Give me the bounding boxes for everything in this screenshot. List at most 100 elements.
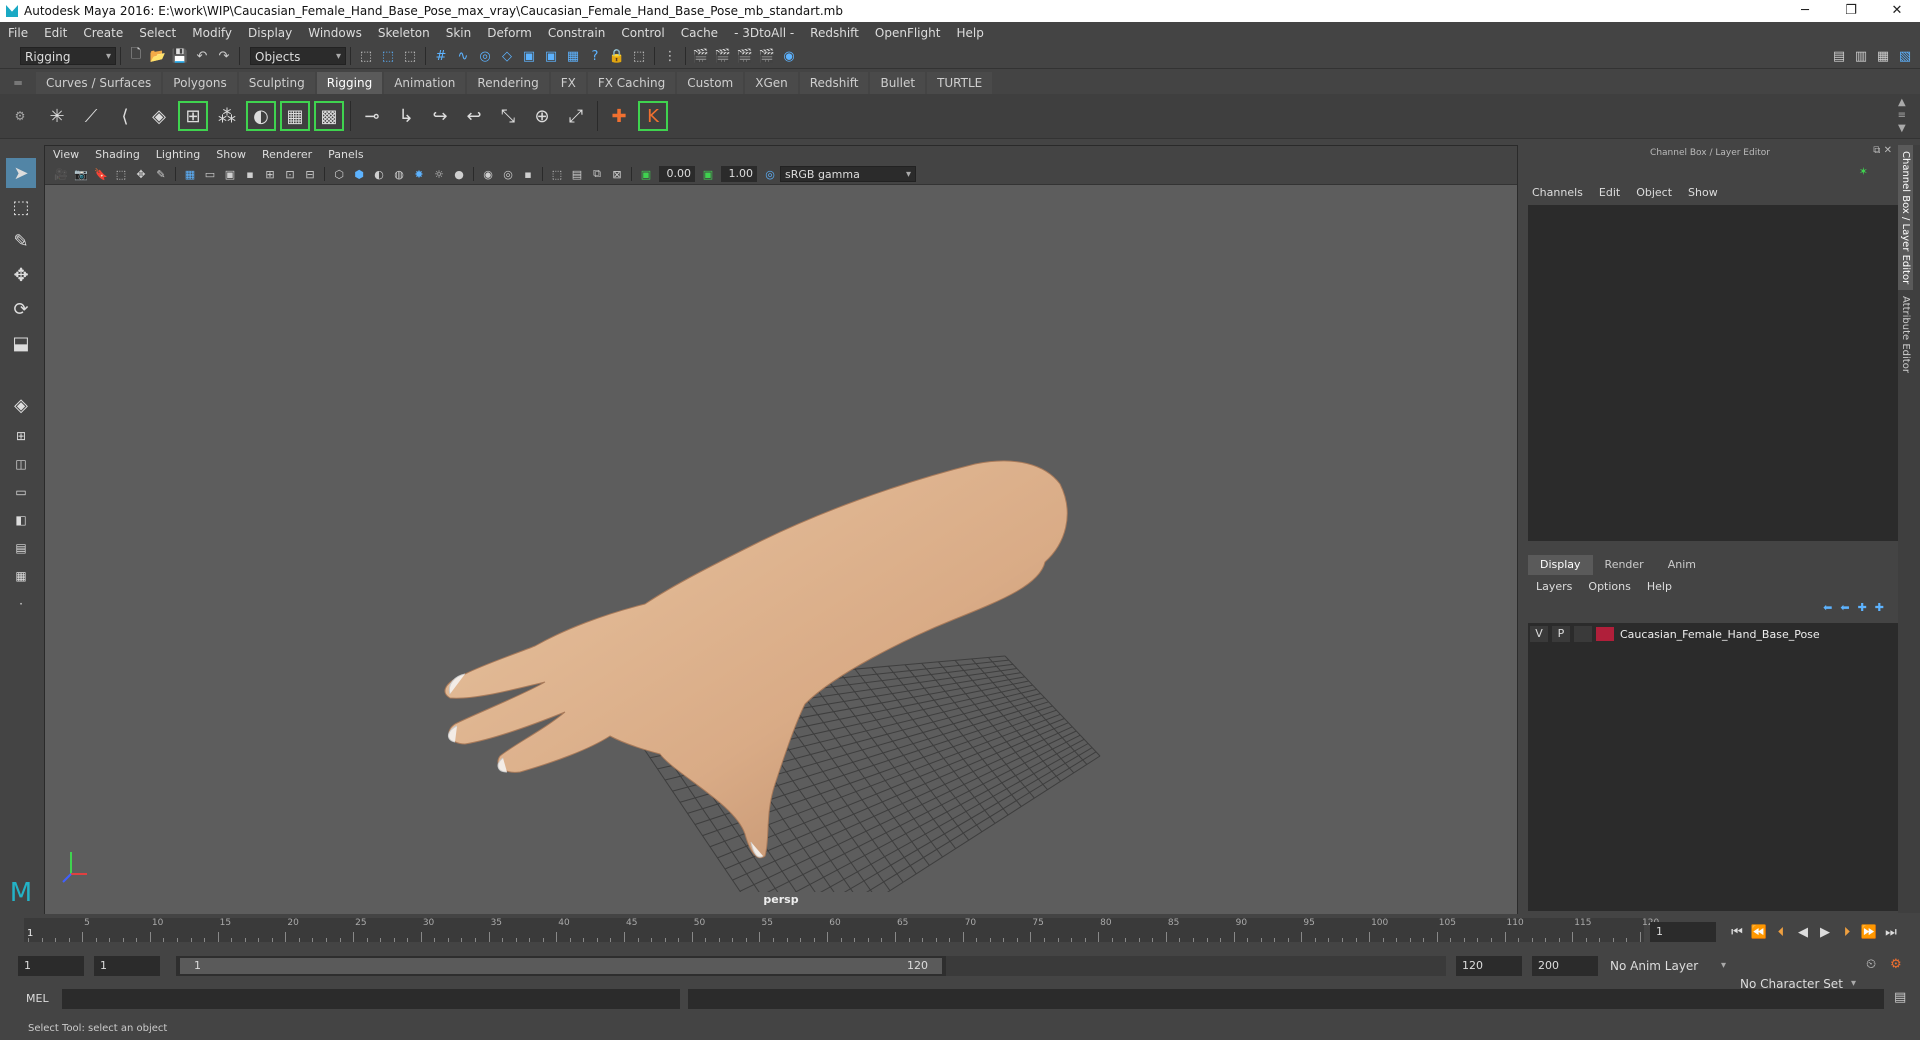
smooth-shade-icon[interactable]: ⬢ xyxy=(351,166,367,182)
menu-deform[interactable]: Deform xyxy=(479,22,540,44)
menu-openflight[interactable]: OpenFlight xyxy=(867,22,949,44)
camera-select-icon[interactable]: 🎥 xyxy=(53,166,69,182)
menu-cache[interactable]: Cache xyxy=(673,22,726,44)
snap-vertex-icon[interactable]: ▦ xyxy=(564,47,582,65)
select-hierarchy-icon[interactable]: ⬚ xyxy=(357,47,375,65)
move-tool-icon[interactable]: ✥ xyxy=(6,260,36,290)
multisample-aa-icon[interactable]: ◎ xyxy=(500,166,516,182)
gate-mask-icon[interactable]: ▪ xyxy=(242,166,258,182)
field-chart-icon[interactable]: ⊞ xyxy=(262,166,278,182)
lattice-icon[interactable]: ▦ xyxy=(280,101,310,131)
persp-graph-layout-icon[interactable]: ▭ xyxy=(6,480,36,504)
layer-name[interactable]: Caucasian_Female_Hand_Base_Pose xyxy=(1620,628,1820,641)
orient-constraint-icon[interactable]: ↪ xyxy=(425,101,455,131)
exposure-field[interactable]: 0.00 xyxy=(659,166,695,182)
select-tool-icon[interactable]: ➤ xyxy=(6,158,36,188)
layer-row[interactable]: V P Caucasian_Female_Hand_Base_Pose xyxy=(1530,625,1820,643)
go-to-start-icon[interactable]: ⏮ xyxy=(1727,922,1747,942)
image-plane-icon[interactable]: ⬚ xyxy=(113,166,129,182)
menu-constrain[interactable]: Constrain xyxy=(540,22,614,44)
workspace-icon[interactable]: ▤ xyxy=(1830,47,1848,65)
shelf-tab-bullet[interactable]: Bullet xyxy=(870,72,926,94)
cb-menu-object[interactable]: Object xyxy=(1628,186,1680,199)
grease-pencil-icon[interactable]: ✎ xyxy=(153,166,169,182)
shelf-tab-rigging[interactable]: Rigging xyxy=(316,72,383,94)
four-view-layout-icon[interactable]: ⊞ xyxy=(6,424,36,448)
layer-tab-anim[interactable]: Anim xyxy=(1656,555,1708,575)
viewport-persp[interactable]: View Shading Lighting Show Renderer Pane… xyxy=(44,145,1518,915)
channel-box-area[interactable] xyxy=(1528,205,1898,541)
range-slider-handle[interactable]: 1 120 xyxy=(180,958,942,974)
ik-spline-icon[interactable]: ⟨ xyxy=(110,101,140,131)
lasso-tool-icon[interactable]: ⬚ xyxy=(6,192,36,222)
cb-menu-edit[interactable]: Edit xyxy=(1591,186,1628,199)
hypershade-layout-icon[interactable]: ◧ xyxy=(6,508,36,532)
exposure-icon[interactable]: ▣ xyxy=(638,166,654,182)
cluster-icon[interactable]: ⁂ xyxy=(212,101,242,131)
scale-tool-icon[interactable]: ⬓ xyxy=(6,328,36,358)
menu-edit[interactable]: Edit xyxy=(36,22,75,44)
parent-constraint-icon[interactable]: ↩ xyxy=(459,101,489,131)
step-back-frame-icon[interactable]: ⏴ xyxy=(1771,922,1791,942)
xray-joints-icon[interactable]: ⧉ xyxy=(589,166,605,182)
current-frame-field[interactable]: 1 xyxy=(1650,922,1716,942)
isolate-select-icon[interactable]: ⬚ xyxy=(549,166,565,182)
pole-vector-icon[interactable]: ⊕ xyxy=(527,101,557,131)
mel-command-input[interactable] xyxy=(62,989,680,1009)
shelf-tab-animation[interactable]: Animation xyxy=(384,72,466,94)
vp-menu-renderer[interactable]: Renderer xyxy=(254,146,320,164)
xray-components-icon[interactable]: ⊠ xyxy=(609,166,625,182)
move-layer-up-icon[interactable]: ⬅ xyxy=(1823,601,1832,614)
ipr-render-icon[interactable]: 🎬 xyxy=(714,47,732,65)
move-layer-down-icon[interactable]: ⬅ xyxy=(1840,601,1849,614)
step-forward-key-icon[interactable]: ⏩ xyxy=(1859,922,1879,942)
grid-toggle-icon[interactable]: ▦ xyxy=(182,166,198,182)
scene-canvas[interactable] xyxy=(45,184,1517,892)
new-empty-layer-icon[interactable]: ✚ xyxy=(1858,601,1867,614)
open-scene-icon[interactable]: 📂 xyxy=(149,47,167,65)
layer-tab-display[interactable]: Display xyxy=(1528,555,1593,575)
film-gate-icon[interactable]: ▭ xyxy=(202,166,218,182)
menu-control[interactable]: Control xyxy=(613,22,672,44)
snap-surface-icon[interactable]: ▣ xyxy=(542,47,560,65)
select-object-icon[interactable]: ⬚ xyxy=(379,47,397,65)
persp-outliner-layout-icon[interactable]: ◫ xyxy=(6,452,36,476)
layer-visibility-toggle[interactable]: V xyxy=(1530,626,1548,642)
bind-skin-icon[interactable]: ◐ xyxy=(246,101,276,131)
playback-start-field[interactable]: 1 xyxy=(94,956,160,976)
shelf-tab-fx[interactable]: FX xyxy=(550,72,586,94)
le-menu-help[interactable]: Help xyxy=(1639,580,1680,593)
ik-handle-icon[interactable]: ⟋ xyxy=(76,101,106,131)
gamma-icon[interactable]: ▣ xyxy=(700,166,716,182)
shelf-options-icon[interactable]: ⚙ xyxy=(0,109,40,123)
vp-menu-view[interactable]: View xyxy=(45,146,87,164)
menu-select[interactable]: Select xyxy=(131,22,184,44)
history-icon[interactable]: ⋮ xyxy=(661,47,679,65)
anim-layer-dropdown[interactable]: No Anim Layer xyxy=(1606,957,1730,975)
redo-icon[interactable]: ↷ xyxy=(215,47,233,65)
wireframe-icon[interactable]: ⬡ xyxy=(331,166,347,182)
paint-select-tool-icon[interactable]: ✎ xyxy=(6,226,36,256)
time-slider-track[interactable]: 5 10 15 20 25 30 35 40 45 50 55 60 65 70 75 80 85 90 95 100… xyxy=(24,918,1659,942)
le-menu-options[interactable]: Options xyxy=(1580,580,1638,593)
channel-box-toggle-icon[interactable]: ▧ xyxy=(1896,47,1914,65)
play-forwards-icon[interactable]: ▶ xyxy=(1815,922,1835,942)
float-panel-icon[interactable]: ⧉ xyxy=(1873,145,1880,156)
menu-display[interactable]: Display xyxy=(240,22,300,44)
two-d-pan-icon[interactable]: ✥ xyxy=(133,166,149,182)
playback-end-field[interactable]: 120 xyxy=(1456,956,1522,976)
rotate-tool-icon[interactable]: ⟳ xyxy=(6,294,36,324)
channel-box-options-icon[interactable]: ✶ xyxy=(1859,165,1868,178)
symmetry-icon[interactable]: ? xyxy=(586,47,604,65)
menu-set-dropdown[interactable]: Rigging xyxy=(20,47,116,66)
preferences-icon[interactable]: ⚙ xyxy=(1890,957,1902,972)
menu-skeleton[interactable]: Skeleton xyxy=(370,22,438,44)
snap-view-plane-icon[interactable]: ◇ xyxy=(498,47,516,65)
close-panel-icon[interactable]: ✕ xyxy=(1884,145,1892,156)
attribute-toggle-icon[interactable]: ▦ xyxy=(1874,47,1892,65)
shelf-tab-curves-surfaces[interactable]: Curves / Surfaces xyxy=(36,72,162,94)
layer-playback-toggle[interactable]: P xyxy=(1552,626,1570,642)
cb-menu-channels[interactable]: Channels xyxy=(1524,186,1591,199)
select-component-icon[interactable]: ⬚ xyxy=(401,47,419,65)
vp-menu-shading[interactable]: Shading xyxy=(87,146,148,164)
